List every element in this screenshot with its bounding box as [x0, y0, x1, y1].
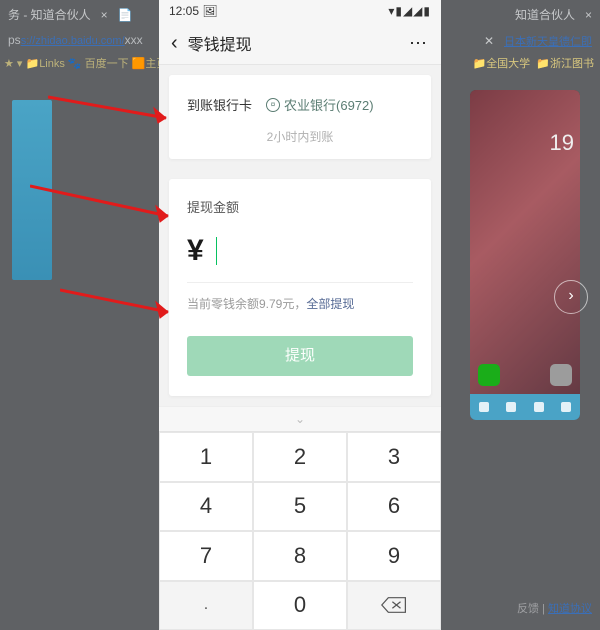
- amount-card: 提现金额 ¥ 当前零钱余额9.79元，全部提现 提现: [169, 179, 431, 396]
- bank-card: 到账银行卡 ¤ 农业银行(6972) 2小时内到账: [169, 75, 431, 159]
- page-title: 零钱提现: [188, 31, 252, 55]
- back-icon[interactable]: ‹: [171, 33, 178, 53]
- bg-footer-right: 反馈 | 知道协议: [517, 600, 592, 616]
- key-1[interactable]: 1: [159, 432, 253, 482]
- key-0[interactable]: 0: [253, 581, 347, 630]
- bg-blue-panel: [12, 100, 52, 280]
- title-bar: ‹ 零钱提现 ⋯: [159, 22, 441, 65]
- bg-bookmark-row: ★ ▾ 📁Links 🐾 百度一下 🟧主页: [4, 55, 167, 71]
- currency-symbol: ¥: [187, 234, 204, 268]
- bank-logo-icon: ¤: [266, 98, 280, 112]
- key-6[interactable]: 6: [347, 482, 441, 532]
- backspace-icon: [381, 596, 407, 614]
- phone-frame: 12:05 🖼 ▾▮◢◢▮ ‹ 零钱提现 ⋯ 到账银行卡 ¤ 农业银行(6972…: [159, 0, 441, 630]
- withdraw-all-link[interactable]: 全部提现: [306, 297, 354, 311]
- amount-label: 提现金额: [187, 197, 413, 216]
- status-bar: 12:05 🖼 ▾▮◢◢▮: [159, 0, 441, 22]
- key-2[interactable]: 2: [253, 432, 347, 482]
- bank-name: ¤ 农业银行(6972): [266, 95, 374, 114]
- key-8[interactable]: 8: [253, 531, 347, 581]
- more-icon[interactable]: ⋯: [409, 33, 429, 54]
- bg-tab: 务 - 知道合伙人 × 📄 pss://zhidao.baidu.com/xxx: [0, 0, 151, 51]
- keypad-collapse[interactable]: ⌄: [159, 406, 441, 432]
- key-4[interactable]: 4: [159, 482, 253, 532]
- key-7[interactable]: 7: [159, 531, 253, 581]
- carousel-next-icon[interactable]: ›: [554, 280, 588, 314]
- key-dot[interactable]: .: [159, 581, 253, 630]
- bank-label: 到账银行卡: [187, 95, 252, 114]
- key-3[interactable]: 3: [347, 432, 441, 482]
- amount-input[interactable]: ¥: [187, 226, 413, 283]
- withdraw-button[interactable]: 提现: [187, 336, 413, 376]
- arrival-time: 2小时内到账: [187, 128, 413, 145]
- status-time: 12:05 🖼: [169, 4, 218, 18]
- bg-bookmark-row-right: 📁全国大学 📁浙江图书: [472, 55, 594, 71]
- bank-row[interactable]: 到账银行卡 ¤ 农业银行(6972): [187, 95, 413, 114]
- key-backspace[interactable]: [347, 581, 441, 630]
- bg-top-right: 知道合伙人 × ✕ 日本新天皇德仁即: [476, 0, 600, 53]
- balance-row: 当前零钱余额9.79元，全部提现: [187, 295, 413, 312]
- bg-right-phone: 19: [470, 90, 580, 420]
- key-9[interactable]: 9: [347, 531, 441, 581]
- key-5[interactable]: 5: [253, 482, 347, 532]
- numeric-keypad: 1 2 3 4 5 6 7 8 9 . 0: [159, 432, 441, 630]
- input-cursor: [216, 237, 217, 265]
- status-right-icons: ▾▮◢◢▮: [388, 4, 431, 18]
